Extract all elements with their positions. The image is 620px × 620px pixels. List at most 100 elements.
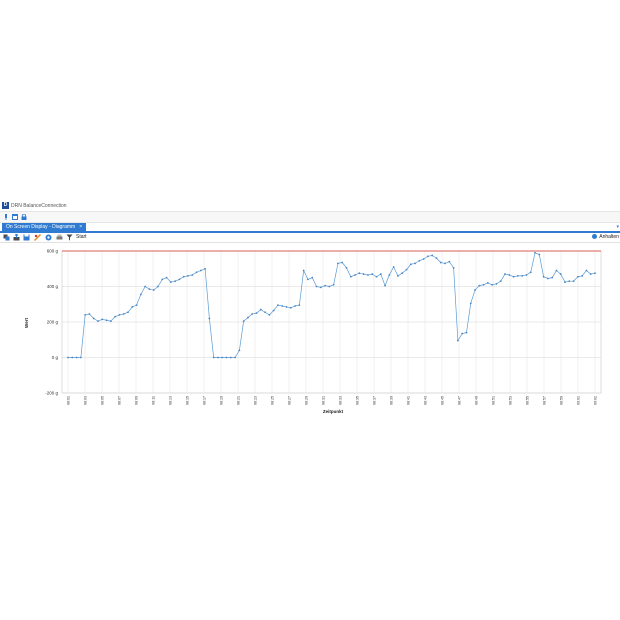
data-point <box>92 317 95 320</box>
x-tick-label: 08:45 <box>441 396 445 405</box>
marker-icon[interactable] <box>34 234 41 241</box>
data-point <box>576 275 579 278</box>
x-tick-label: 08:47 <box>458 396 462 405</box>
x-tick-label: 08:31 <box>322 396 326 405</box>
data-point <box>491 283 494 286</box>
data-point <box>135 304 138 307</box>
data-point <box>478 284 481 287</box>
data-point <box>332 283 335 286</box>
x-tick-label: 08:11 <box>152 396 156 405</box>
y-tick-label: 400 g <box>47 284 59 289</box>
application-window: D DRN BalanceConnection On Screen Displa… <box>0 201 620 418</box>
data-point <box>204 267 207 270</box>
line-chart: -200 g 0 g 200 g 400 g 600 g 08:01 08:03 08:05… <box>24 249 602 414</box>
data-point <box>315 285 318 288</box>
data-point <box>349 275 352 278</box>
pin-icon[interactable] <box>3 214 9 220</box>
data-point <box>139 293 142 296</box>
x-tick-label: 08:03 <box>84 396 88 405</box>
x-tick-label: 08:51 <box>492 396 496 405</box>
data-point <box>427 255 429 258</box>
close-icon[interactable]: × <box>79 224 82 230</box>
start-button[interactable]: Start <box>76 234 87 241</box>
data-point <box>268 314 271 316</box>
lock-icon[interactable] <box>21 214 27 220</box>
data-point <box>101 318 104 321</box>
data-point <box>392 266 395 268</box>
data-point <box>499 280 502 283</box>
x-tick-label: 08:43 <box>424 396 428 405</box>
data-point <box>97 320 99 323</box>
save-icon[interactable] <box>23 234 30 241</box>
data-point <box>435 257 438 259</box>
data-point <box>379 273 382 275</box>
data-point <box>324 284 326 287</box>
data-point <box>367 274 369 276</box>
data-point <box>264 311 266 314</box>
settings-icon[interactable] <box>45 234 52 241</box>
data-point <box>319 286 322 289</box>
data-point <box>448 260 451 263</box>
data-point <box>341 261 344 264</box>
data-point <box>178 278 181 281</box>
data-point <box>174 280 177 283</box>
pause-icon <box>592 234 598 240</box>
data-point <box>529 271 532 274</box>
print-icon[interactable] <box>56 234 63 241</box>
data-point <box>88 313 91 315</box>
data-point <box>195 271 198 274</box>
pause-button[interactable]: Anhalten <box>592 234 619 241</box>
data-point <box>508 274 511 276</box>
data-point <box>208 317 211 320</box>
data-point <box>229 356 232 359</box>
x-tick-label: 08:59 <box>560 396 564 405</box>
series-group <box>67 251 596 359</box>
pause-label: Anhalten <box>599 234 619 240</box>
x-tick-label: 08:33 <box>339 396 343 405</box>
copy-icon[interactable] <box>3 234 10 241</box>
data-point <box>161 278 164 281</box>
data-point <box>105 319 108 322</box>
chevron-down-icon[interactable]: ▾ <box>616 223 619 231</box>
quick-access-toolbar <box>0 211 620 223</box>
data-point <box>337 262 339 265</box>
x-tick-label: 08:05 <box>101 396 105 405</box>
data-point <box>71 356 74 359</box>
data-point <box>217 356 219 359</box>
x-tick-label: 08:17 <box>203 396 207 405</box>
data-point <box>431 254 434 257</box>
data-point <box>465 331 468 334</box>
data-point <box>144 285 147 288</box>
data-point <box>422 258 425 260</box>
data-point <box>504 273 506 275</box>
tab-label: On Screen Display - Diagramm <box>6 224 76 230</box>
tab-on-screen-display[interactable]: On Screen Display - Diagramm × <box>2 223 87 231</box>
data-point <box>512 275 515 278</box>
layout-icon[interactable] <box>12 214 18 220</box>
data-point <box>409 263 412 266</box>
data-point <box>559 273 562 275</box>
export-icon[interactable] <box>13 234 20 241</box>
data-point <box>482 283 485 286</box>
data-point <box>75 356 78 359</box>
x-tick-label: 08:41 <box>407 396 411 405</box>
filter-icon[interactable] <box>66 234 73 241</box>
data-point <box>187 274 189 277</box>
y-axis-label: Wert <box>24 318 29 328</box>
y-tick-label: -200 g <box>45 391 58 396</box>
data-point <box>354 274 356 276</box>
x-axis: 08:01 08:03 08:05 08:07 08:09 08:11 08:13 08:15… <box>67 396 598 405</box>
data-point <box>118 314 121 316</box>
x-tick-label: 08:21 <box>237 396 241 405</box>
data-point <box>225 356 228 359</box>
x-tick-label: 08:13 <box>169 396 173 405</box>
app-logo-icon: D <box>2 202 9 209</box>
data-point <box>259 308 262 311</box>
data-point <box>538 253 541 256</box>
data-point <box>418 259 421 262</box>
x-tick-label: 08:23 <box>254 396 258 405</box>
data-point <box>551 276 554 279</box>
data-point <box>371 273 374 275</box>
data-point <box>109 320 112 323</box>
data-point <box>542 275 545 278</box>
